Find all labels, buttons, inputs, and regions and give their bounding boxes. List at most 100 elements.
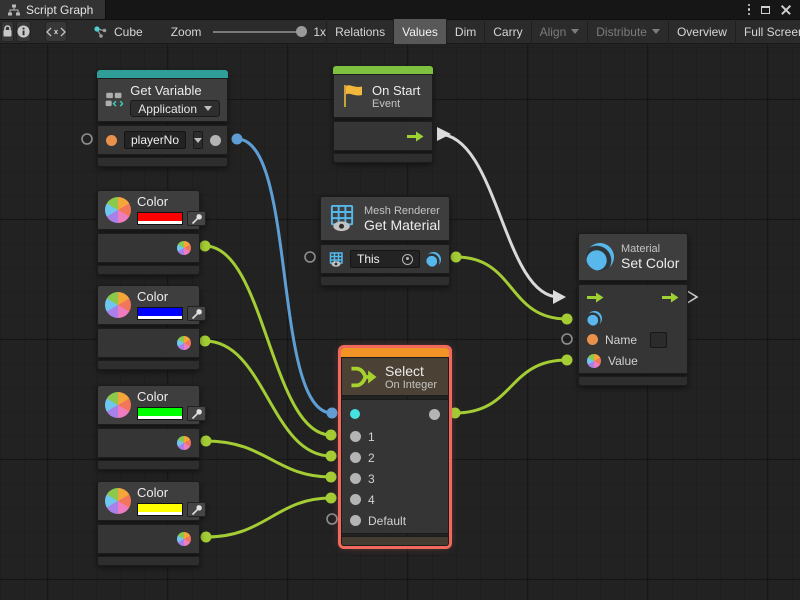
exec-output-port[interactable] bbox=[662, 292, 679, 303]
graph-canvas[interactable]: Get Variable Application playerNo bbox=[0, 44, 800, 600]
node-get-material[interactable]: Mesh Renderer Get Material This bbox=[320, 196, 450, 286]
chevron-down-icon bbox=[652, 29, 660, 34]
swatch-alpha-bar bbox=[138, 221, 182, 225]
node-color-green[interactable]: Color bbox=[97, 385, 200, 470]
distribute-menu-button[interactable]: Distribute bbox=[587, 19, 668, 44]
tab-script-graph[interactable]: Script Graph bbox=[0, 0, 106, 19]
option-port-default[interactable] bbox=[350, 515, 361, 526]
eyedropper-button[interactable] bbox=[187, 211, 206, 226]
name-input-field[interactable] bbox=[650, 332, 667, 348]
dim-toggle[interactable]: Dim bbox=[446, 19, 484, 44]
carry-toggle[interactable]: Carry bbox=[484, 19, 530, 44]
lock-button[interactable] bbox=[1, 21, 14, 42]
target-object-field[interactable]: This bbox=[350, 250, 420, 268]
swatch-alpha-bar bbox=[138, 512, 182, 516]
object-picker-icon[interactable] bbox=[402, 254, 413, 265]
node-body bbox=[97, 328, 200, 358]
wire-color1-to-select bbox=[205, 246, 331, 435]
port-label-name: Name bbox=[605, 333, 637, 347]
renderer-input-port[interactable] bbox=[329, 252, 344, 267]
option-port-3[interactable] bbox=[350, 473, 361, 484]
node-color-yellow[interactable]: Color bbox=[97, 481, 200, 566]
lock-icon bbox=[2, 25, 13, 38]
window-menu-icon[interactable] bbox=[748, 4, 751, 16]
node-body bbox=[97, 428, 200, 458]
color-swatch[interactable] bbox=[137, 212, 183, 225]
node-header[interactable]: Select On Integer bbox=[341, 357, 449, 396]
exec-output-port[interactable] bbox=[407, 131, 424, 142]
color-input-port[interactable] bbox=[587, 354, 601, 368]
selection-output-port[interactable] bbox=[429, 409, 440, 420]
value-output-port[interactable] bbox=[210, 135, 221, 146]
relations-toggle[interactable]: Relations bbox=[326, 19, 393, 44]
info-button[interactable] bbox=[16, 21, 31, 42]
selector-input-port[interactable] bbox=[350, 409, 360, 419]
color-wheel-icon bbox=[105, 392, 131, 418]
window-close-icon[interactable] bbox=[781, 5, 791, 15]
graph-hierarchy-icon bbox=[8, 4, 20, 16]
node-on-start[interactable]: On Start Event bbox=[333, 66, 433, 163]
graph-name: Cube bbox=[114, 25, 143, 39]
eyedropper-button[interactable] bbox=[187, 406, 206, 421]
select-color-bar bbox=[341, 348, 449, 357]
color-swatch[interactable] bbox=[137, 503, 183, 516]
window-maximize-icon[interactable] bbox=[761, 6, 770, 14]
exec-wire-start-arrow bbox=[437, 127, 451, 141]
node-footer bbox=[333, 153, 433, 163]
node-color-blue[interactable]: Color bbox=[97, 285, 200, 370]
color-output-port[interactable] bbox=[177, 532, 191, 546]
swatch-color bbox=[138, 504, 182, 512]
name-input-port[interactable] bbox=[587, 334, 598, 345]
overview-button[interactable]: Overview bbox=[668, 19, 735, 44]
material-output-port[interactable] bbox=[426, 252, 441, 267]
color-swatch[interactable] bbox=[137, 307, 183, 320]
node-header[interactable]: On Start Event bbox=[333, 74, 433, 118]
node-body: playerNo bbox=[97, 125, 228, 155]
zoom-label: Zoom bbox=[171, 25, 202, 39]
window-controls bbox=[748, 0, 800, 19]
material-input-port[interactable] bbox=[587, 311, 602, 326]
option-port-1[interactable] bbox=[350, 431, 361, 442]
node-set-color[interactable]: Material Set Color Name bbox=[578, 233, 688, 386]
color-wheel-icon bbox=[105, 197, 131, 223]
color-output-port[interactable] bbox=[177, 241, 191, 255]
wire-color4-to-select bbox=[206, 498, 331, 537]
node-get-variable[interactable]: Get Variable Application playerNo bbox=[97, 70, 228, 167]
node-header[interactable]: Material Set Color bbox=[578, 233, 688, 281]
variable-picker-button[interactable] bbox=[193, 131, 203, 149]
zoom-slider-handle[interactable] bbox=[296, 26, 307, 37]
node-select[interactable]: Select On Integer 1 2 3 bbox=[341, 348, 449, 546]
code-view-button[interactable] bbox=[45, 21, 67, 42]
option-port-4[interactable] bbox=[350, 494, 361, 505]
color-output-port[interactable] bbox=[177, 336, 191, 350]
material-icon bbox=[586, 243, 614, 271]
fullscreen-button[interactable]: Full Screen bbox=[735, 19, 800, 44]
wire-playerno-to-select bbox=[237, 139, 332, 413]
eyedropper-button[interactable] bbox=[187, 502, 206, 517]
window-tab-bar: Script Graph bbox=[0, 0, 800, 19]
swatch-alpha-bar bbox=[138, 316, 182, 320]
wire-select-to-setcolor-value bbox=[455, 360, 567, 413]
node-header[interactable]: Color bbox=[97, 285, 200, 325]
graph-target-button[interactable]: Cube bbox=[93, 25, 143, 39]
zoom-value: 1x bbox=[313, 25, 326, 39]
node-header[interactable]: Mesh Renderer Get Material bbox=[320, 196, 450, 241]
variable-name-port[interactable] bbox=[106, 135, 117, 146]
node-color-red[interactable]: Color bbox=[97, 190, 200, 275]
values-toggle[interactable]: Values bbox=[393, 19, 446, 44]
node-header[interactable]: Color bbox=[97, 481, 200, 521]
eyedropper-button[interactable] bbox=[187, 306, 206, 321]
mesh-renderer-icon bbox=[328, 204, 357, 233]
node-header[interactable]: Color bbox=[97, 385, 200, 425]
node-title: Get Variable bbox=[130, 83, 220, 98]
variable-scope-dropdown[interactable]: Application bbox=[130, 100, 220, 117]
color-swatch[interactable] bbox=[137, 407, 183, 420]
variable-name-field[interactable]: playerNo bbox=[124, 131, 186, 149]
exec-input-port[interactable] bbox=[587, 292, 604, 303]
option-port-2[interactable] bbox=[350, 452, 361, 463]
zoom-slider[interactable] bbox=[213, 31, 305, 33]
color-output-port[interactable] bbox=[177, 436, 191, 450]
align-menu-button[interactable]: Align bbox=[531, 19, 588, 44]
node-header[interactable]: Get Variable Application bbox=[97, 78, 228, 122]
node-header[interactable]: Color bbox=[97, 190, 200, 230]
